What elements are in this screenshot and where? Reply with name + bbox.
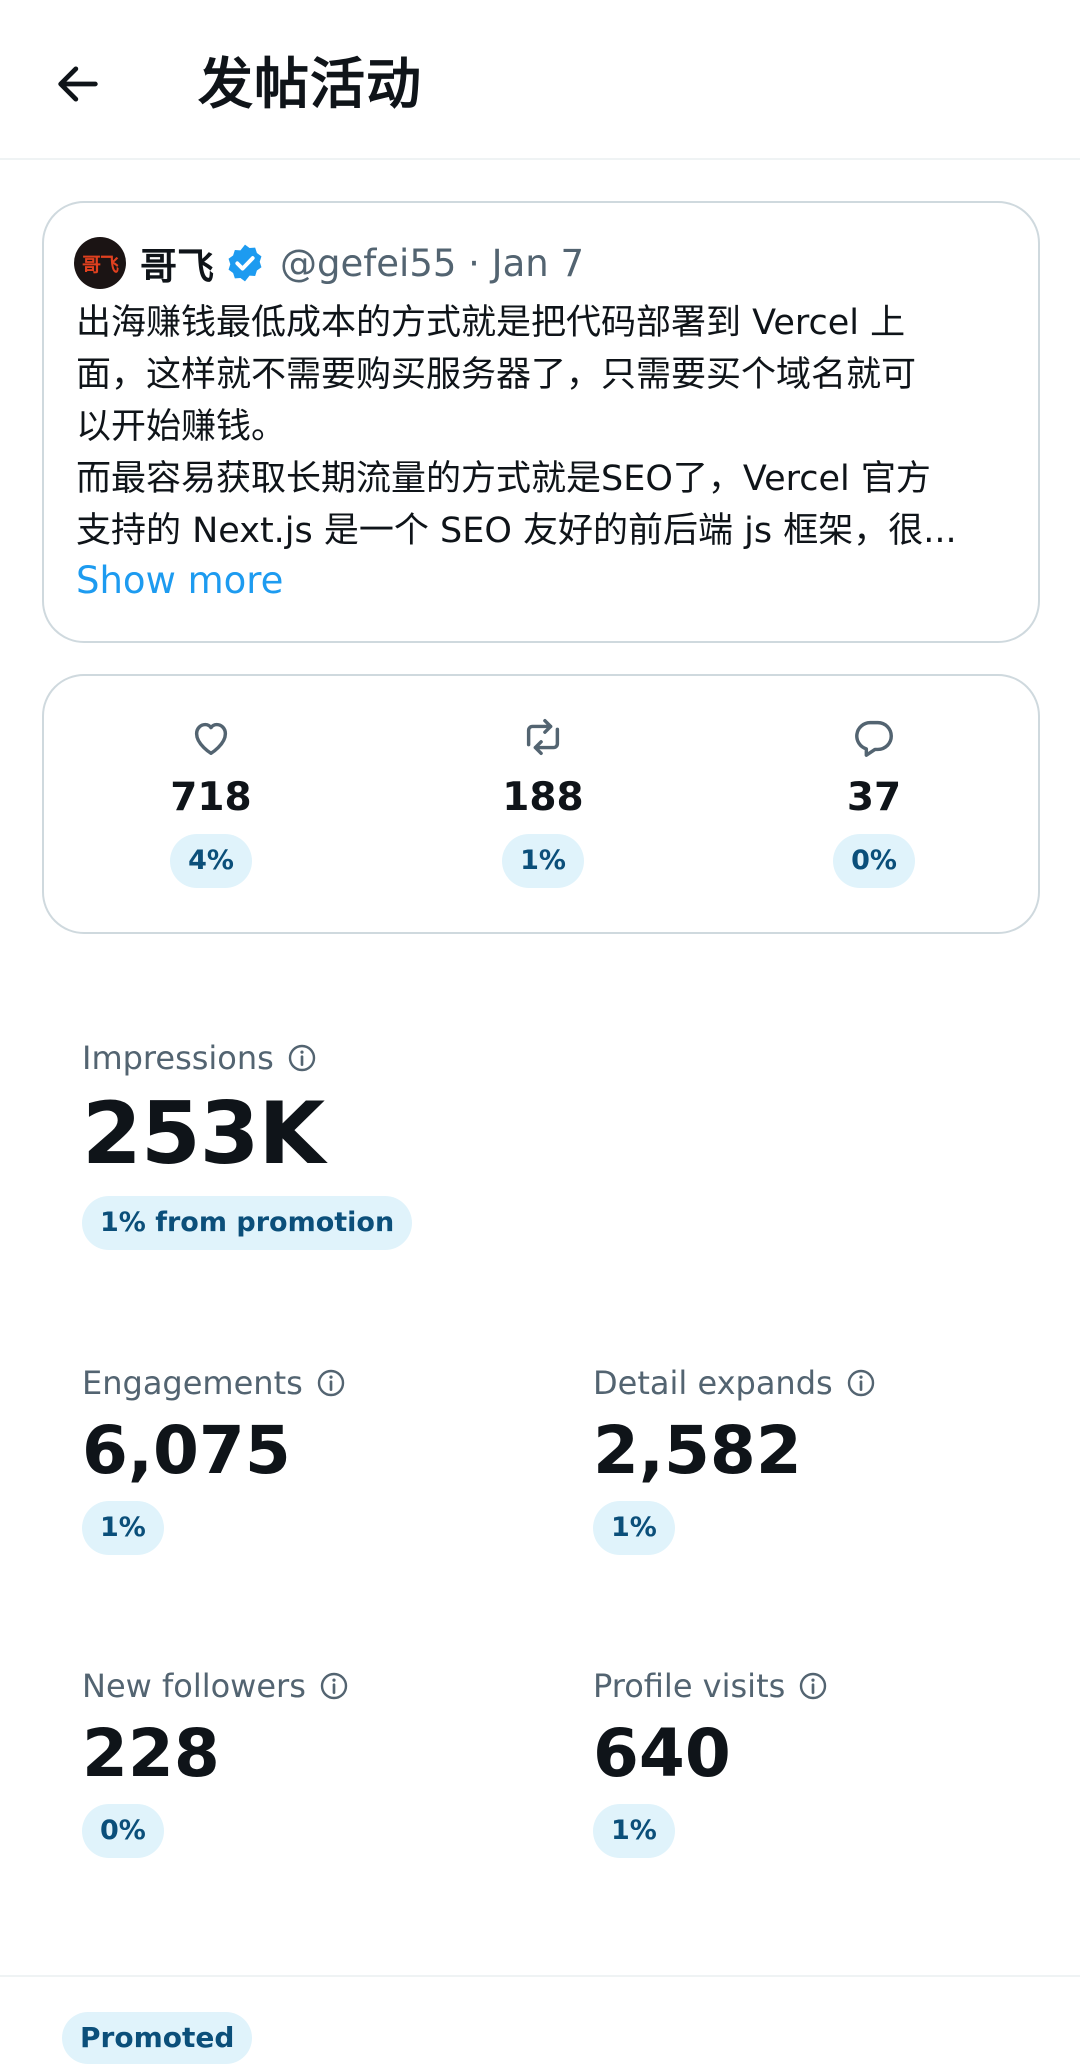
show-more-link[interactable]: Show more <box>76 559 283 602</box>
page-title: 发帖活动 <box>198 52 423 116</box>
replies-stat: 37 0% <box>774 714 974 888</box>
engagements-percent-badge: 1% <box>82 1501 164 1555</box>
arrow-left-icon <box>58 66 98 102</box>
new-followers-label: New followers <box>82 1667 306 1705</box>
promoted-badge: Promoted <box>62 2012 253 2064</box>
profile-visits-value: 640 <box>593 1715 731 1792</box>
reply-icon <box>855 720 893 757</box>
replies-count: 37 <box>846 775 902 820</box>
detail-expands-metric: Detail expands 2,582 1% <box>593 1361 877 1555</box>
info-icon[interactable] <box>286 1042 318 1074</box>
info-icon[interactable] <box>315 1367 347 1399</box>
profile-visits-metric: Profile visits 640 1% <box>593 1664 829 1858</box>
impressions-label: Impressions <box>82 1039 274 1077</box>
tweet-text: 出海赚钱最低成本的方式就是把代码部署到 Vercel 上 面，这样就不需要购买服… <box>76 303 957 551</box>
back-button[interactable] <box>42 48 114 120</box>
impressions-promotion-badge: 1% from promotion <box>82 1196 413 1250</box>
detail-expands-percent-badge: 1% <box>593 1501 675 1555</box>
repost-icon <box>526 718 560 756</box>
profile-visits-percent-badge: 1% <box>593 1804 675 1858</box>
verified-badge-icon <box>228 244 262 282</box>
info-icon[interactable] <box>318 1670 350 1702</box>
tweet-author-row: 哥飞 哥飞 @gefei55 · Jan 7 <box>74 235 584 291</box>
avatar[interactable]: 哥飞 <box>74 237 126 289</box>
engagements-metric: Engagements 6,075 1% <box>82 1361 347 1555</box>
likes-stat: 718 4% <box>111 714 311 888</box>
replies-percent-badge: 0% <box>833 834 915 888</box>
heart-icon <box>194 722 228 756</box>
section-divider <box>0 1975 1080 1977</box>
impressions-metric: Impressions 253K 1% from promotion <box>82 1036 413 1250</box>
engagements-value: 6,075 <box>82 1412 291 1489</box>
author-handle-date: @gefei55 · Jan 7 <box>280 241 585 285</box>
engagements-label: Engagements <box>82 1364 303 1402</box>
reposts-count: 188 <box>502 775 584 820</box>
info-icon[interactable] <box>845 1367 877 1399</box>
new-followers-percent-badge: 0% <box>82 1804 164 1858</box>
tweet-preview-card[interactable]: 哥飞 哥飞 @gefei55 · Jan 7 出海赚钱最低成本的方式就是把代码部… <box>42 201 1040 643</box>
reposts-percent-badge: 1% <box>502 834 584 888</box>
detail-expands-value: 2,582 <box>593 1412 802 1489</box>
new-followers-metric: New followers 228 0% <box>82 1664 350 1858</box>
new-followers-value: 228 <box>82 1715 220 1792</box>
reposts-stat: 188 1% <box>443 714 643 888</box>
likes-percent-badge: 4% <box>170 834 252 888</box>
top-app-bar: 发帖活动 <box>0 0 1080 160</box>
info-icon[interactable] <box>797 1670 829 1702</box>
engagement-stats-card: 718 4% 188 1% 37 0% <box>42 674 1040 934</box>
impressions-value: 253K <box>82 1084 325 1184</box>
detail-expands-label: Detail expands <box>593 1364 833 1402</box>
profile-visits-label: Profile visits <box>593 1667 786 1705</box>
likes-count: 718 <box>170 775 252 820</box>
author-name[interactable]: 哥飞 <box>140 236 214 290</box>
